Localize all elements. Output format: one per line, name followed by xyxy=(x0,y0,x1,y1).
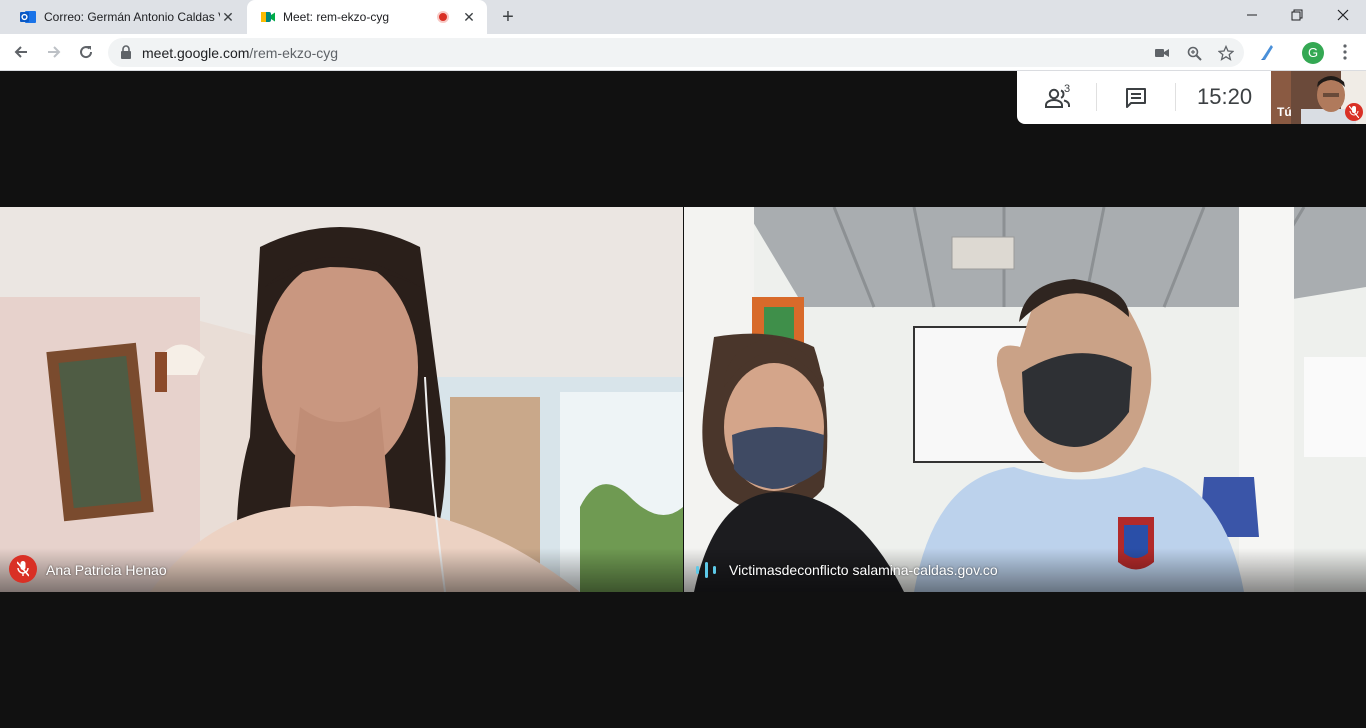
outlook-icon xyxy=(20,11,36,23)
meeting-clock: 15:20 xyxy=(1197,84,1253,109)
mic-off-icon xyxy=(9,555,37,583)
participant-tile[interactable]: Victimasdeconflicto salamina-caldas.gov.… xyxy=(684,207,1366,592)
forward-button[interactable] xyxy=(42,40,66,64)
self-label: Tú xyxy=(1277,105,1292,119)
extension-icon[interactable] xyxy=(1257,42,1277,62)
minimize-button[interactable] xyxy=(1229,0,1275,30)
more-vert-icon xyxy=(1343,44,1347,60)
back-arrow-icon xyxy=(14,46,27,58)
meeting-info-bar: 3 15:20 xyxy=(1017,71,1271,124)
close-icon xyxy=(1337,9,1349,21)
participant-video xyxy=(684,207,1366,592)
chat-button[interactable] xyxy=(1123,84,1149,112)
bookmark-star-icon[interactable] xyxy=(1218,45,1234,61)
tab-strip: Correo: Germán Antonio Caldas V ✕ Meet: … xyxy=(0,0,1366,34)
close-window-button[interactable] xyxy=(1320,0,1366,30)
profile-avatar[interactable]: G xyxy=(1301,41,1325,65)
close-icon[interactable]: ✕ xyxy=(461,9,477,25)
meet-icon xyxy=(261,12,275,22)
browser-toolbar: meet.google.com/rem-ekzo-cyg G xyxy=(0,34,1366,71)
chat-icon xyxy=(1126,88,1146,108)
browser-menu-button[interactable] xyxy=(1335,42,1355,62)
participant-name: Victimasdeconflicto salamina-caldas.gov.… xyxy=(729,562,998,578)
tab-title: Meet: rem-ekzo-cyg xyxy=(283,10,390,24)
speaking-indicator-icon xyxy=(696,560,716,580)
tab-meet[interactable]: Meet: rem-ekzo-cyg ✕ xyxy=(247,0,487,34)
url-text: meet.google.com/rem-ekzo-cyg xyxy=(142,45,338,61)
mic-off-icon xyxy=(1345,103,1363,121)
lock-icon xyxy=(121,45,131,59)
self-view-tile[interactable]: Tú xyxy=(1271,71,1366,124)
new-tab-button[interactable]: + xyxy=(497,7,519,27)
tab-outlook[interactable]: Correo: Germán Antonio Caldas V ✕ xyxy=(8,0,246,34)
divider xyxy=(1096,83,1097,111)
profile-initial: G xyxy=(1302,42,1324,64)
recording-icon xyxy=(437,11,449,23)
address-bar[interactable]: meet.google.com/rem-ekzo-cyg xyxy=(108,38,1244,67)
divider xyxy=(1175,83,1176,111)
meet-stage: 3 15:20 Tú Ana Patricia Henao Victimasde… xyxy=(0,71,1366,728)
minimize-icon xyxy=(1247,14,1257,16)
participant-name: Ana Patricia Henao xyxy=(46,562,167,578)
reload-icon xyxy=(80,46,93,59)
camera-icon[interactable] xyxy=(1154,45,1170,61)
url-host: meet.google.com xyxy=(142,45,250,61)
back-button[interactable] xyxy=(9,40,33,64)
forward-arrow-icon xyxy=(48,46,61,58)
close-icon[interactable]: ✕ xyxy=(220,9,236,25)
tab-title: Correo: Germán Antonio Caldas V xyxy=(44,10,220,24)
restore-icon xyxy=(1291,9,1303,21)
restore-button[interactable] xyxy=(1274,0,1320,30)
participant-count: 3 xyxy=(1064,83,1071,95)
url-path: /rem-ekzo-cyg xyxy=(249,45,339,61)
zoom-icon[interactable] xyxy=(1186,45,1202,61)
participant-tile[interactable]: Ana Patricia Henao xyxy=(0,207,683,592)
reload-button[interactable] xyxy=(74,40,98,64)
participant-video xyxy=(0,207,683,592)
